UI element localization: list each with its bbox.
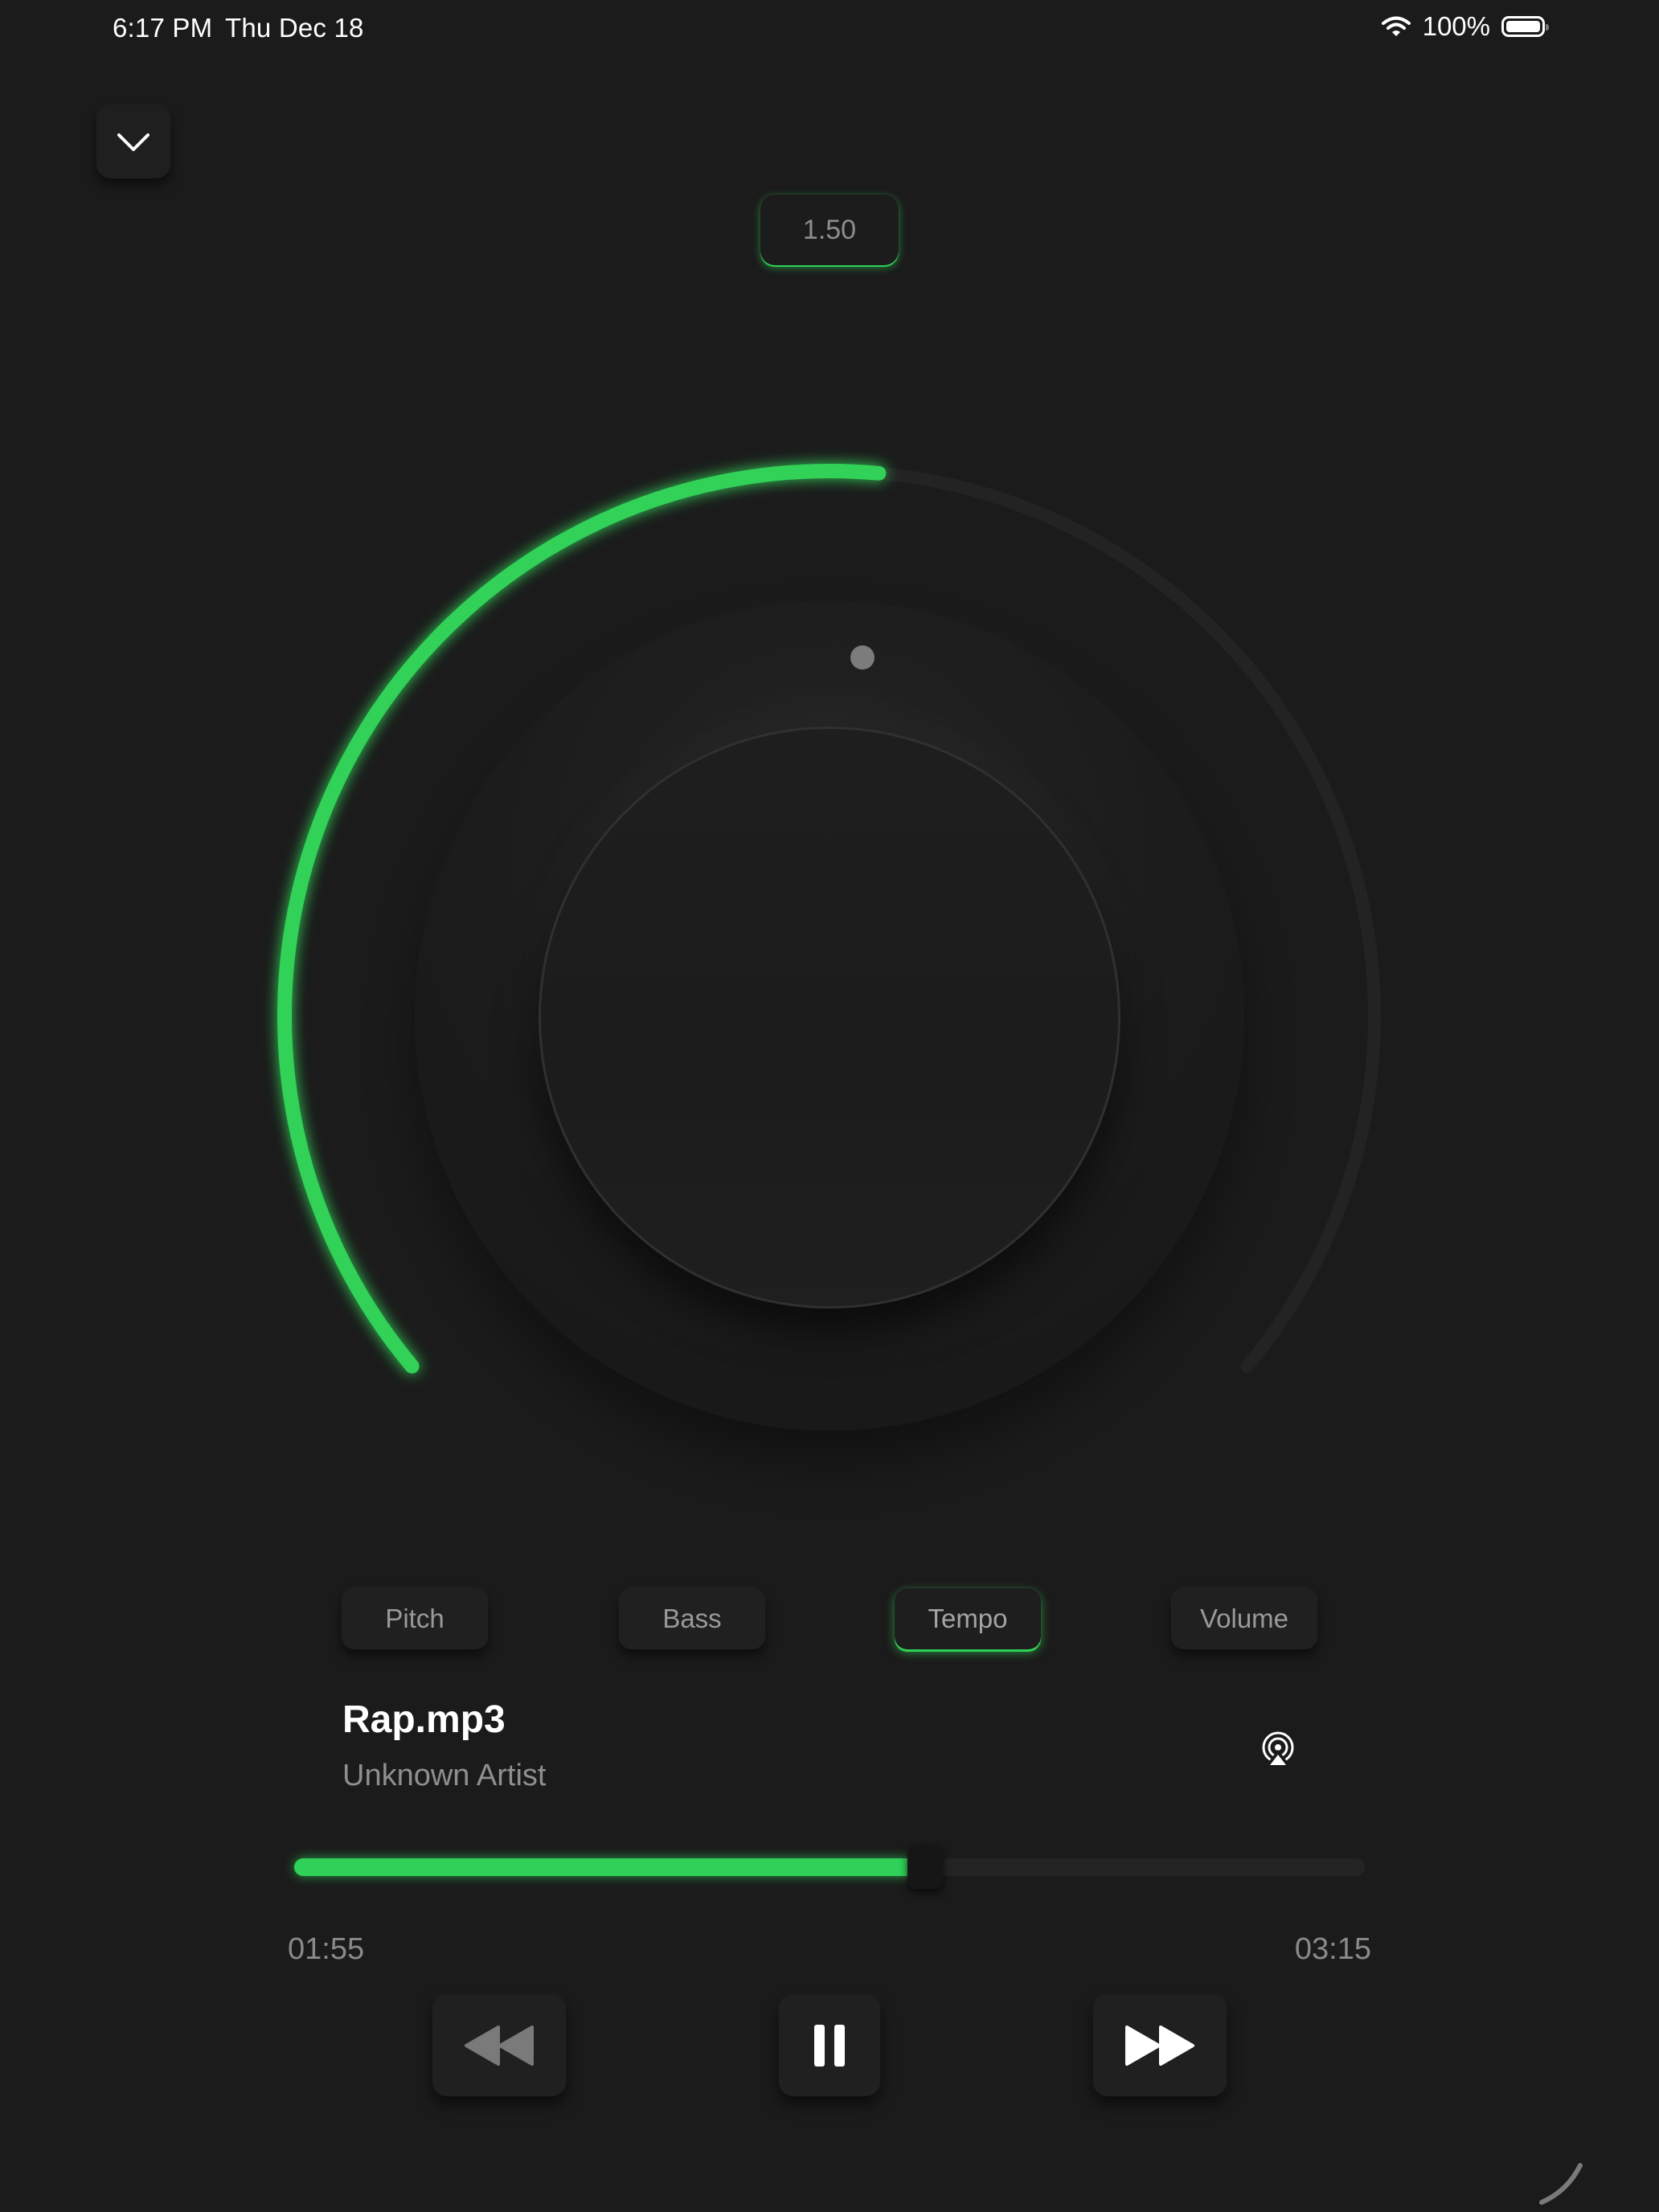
status-time: 6:17 PM [113, 13, 213, 43]
status-date: Thu Dec 18 [225, 13, 364, 43]
fast-forward-button[interactable] [1093, 1995, 1227, 2096]
battery-icon [1501, 16, 1549, 37]
mode-tempo-button[interactable]: Tempo [895, 1588, 1041, 1649]
chevron-down-icon [117, 133, 150, 151]
value-readout: 1.50 [760, 195, 899, 265]
collapse-button[interactable] [96, 106, 170, 178]
progress-thumb[interactable] [907, 1845, 944, 1889]
mode-bass-button[interactable]: Bass [619, 1588, 765, 1649]
rewind-button[interactable] [432, 1995, 566, 2096]
knob-indicator [850, 645, 875, 670]
track-title: Rap.mp3 [342, 1698, 506, 1741]
time-total: 03:15 [1294, 1932, 1371, 1966]
mode-volume-button[interactable]: Volume [1171, 1588, 1317, 1649]
battery-percentage: 100% [1422, 11, 1490, 41]
airplay-button[interactable] [1256, 1727, 1301, 1772]
loading-spinner-icon [1539, 2163, 1583, 2205]
progress-slider[interactable] [294, 1845, 1365, 1889]
knob[interactable] [539, 727, 1120, 1309]
wifi-icon [1381, 16, 1411, 36]
status-indicators: 100% [1381, 11, 1549, 42]
progress-fill [294, 1858, 926, 1876]
pause-icon [814, 2025, 845, 2067]
pause-button[interactable] [779, 1995, 880, 2096]
rewind-icon [465, 2026, 534, 2066]
time-elapsed: 01:55 [288, 1932, 365, 1966]
mode-pitch-button[interactable]: Pitch [342, 1588, 488, 1649]
track-artist: Unknown Artist [342, 1759, 547, 1792]
airplay-icon [1262, 1731, 1294, 1768]
fast-forward-icon [1125, 2026, 1194, 2066]
